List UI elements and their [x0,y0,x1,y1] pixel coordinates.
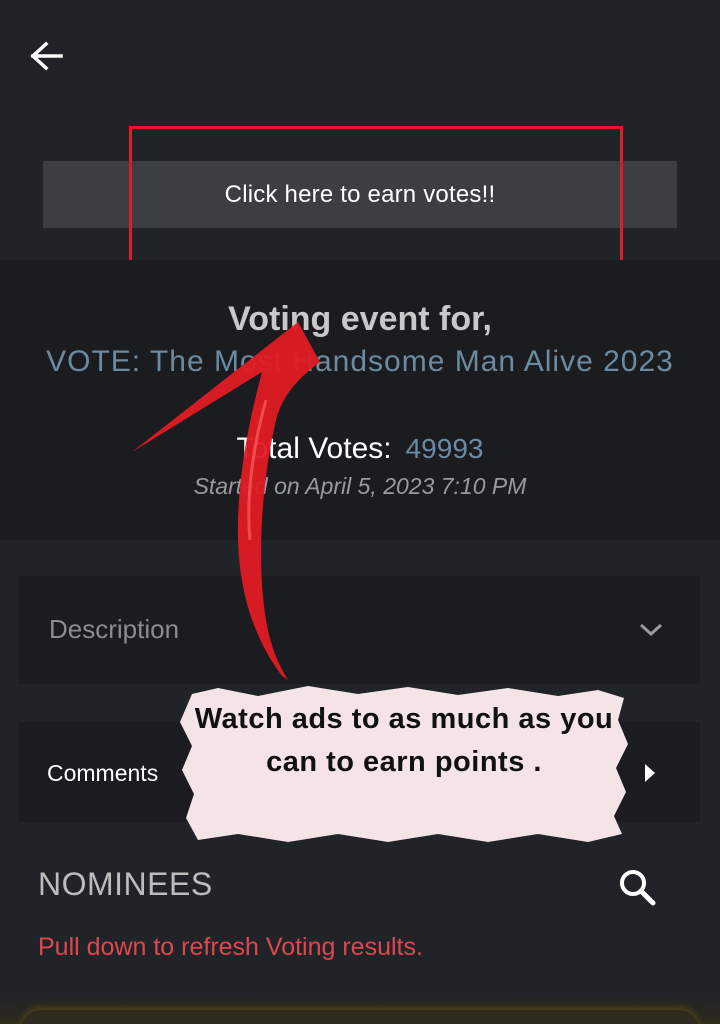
description-label: Description [49,614,180,644]
chevron-down-icon [639,623,663,637]
event-start-date: Started on April 5, 2023 7:10 PM [193,473,527,499]
search-button[interactable] [614,864,660,910]
nominees-heading: NOMINEES [38,866,213,902]
back-button[interactable] [24,36,68,76]
search-icon [620,870,656,906]
total-votes-count: 49993 [405,433,484,464]
nominee-card-edge[interactable] [22,1010,698,1024]
comments-section[interactable]: Comments [19,722,700,822]
description-section[interactable]: Description [19,576,700,684]
voting-event-screen: Click here to earn votes!! Voting event … [0,0,720,1024]
caret-right-icon [645,764,655,782]
event-heading: Voting event for, [228,300,492,338]
total-votes: Total Votes: 49993 [0,432,720,466]
earn-votes-label: Click here to earn votes!! [224,180,496,208]
comments-label: Comments [47,760,159,786]
event-name[interactable]: VOTE: The Most Handsome Man Alive 2023 [40,342,680,381]
total-votes-label: Total Votes: [236,432,392,465]
earn-votes-button[interactable]: Click here to earn votes!! [43,161,677,228]
arrow-left-icon [30,41,63,71]
refresh-hint: Pull down to refresh Voting results. [38,933,423,961]
